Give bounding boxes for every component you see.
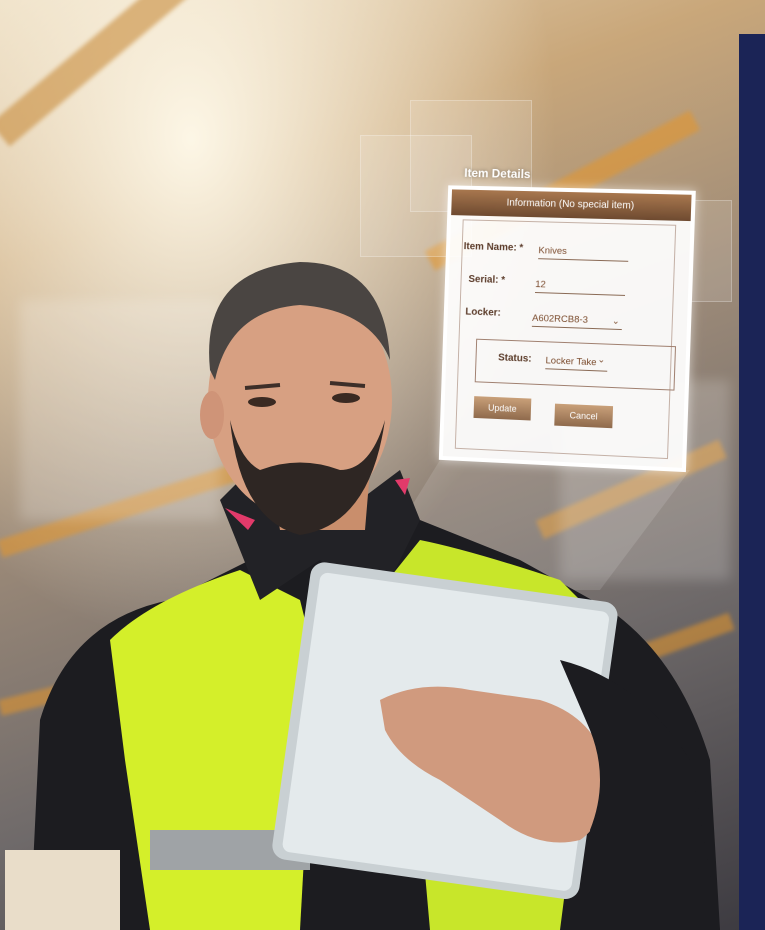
status-group: Status: Locker Take ⌄ — [474, 338, 677, 391]
warehouse-photo: Item Details Information (No special ite… — [0, 0, 765, 930]
item-name-field[interactable]: Knives — [538, 245, 629, 262]
cancel-button[interactable]: Cancel — [554, 403, 614, 429]
chevron-down-icon: ⌄ — [597, 354, 606, 365]
serial-label: Serial: * — [468, 273, 506, 287]
panel-header: Information (No special item) — [451, 189, 692, 222]
update-button[interactable]: Update — [473, 396, 532, 421]
serial-field[interactable]: 12 — [535, 279, 626, 296]
panel-title: Item Details — [464, 165, 531, 182]
chevron-down-icon: ⌄ — [611, 315, 620, 326]
locker-select[interactable]: A602RCB8-3 — [531, 312, 623, 331]
item-details-card: Information (No special item) Item Name:… — [438, 185, 696, 473]
locker-label: Locker: — [465, 306, 501, 319]
item-details-hologram: Item Details Information (No special ite… — [437, 158, 697, 482]
item-name-label: Item Name: * — [463, 241, 524, 254]
status-label: Status: — [497, 352, 532, 365]
